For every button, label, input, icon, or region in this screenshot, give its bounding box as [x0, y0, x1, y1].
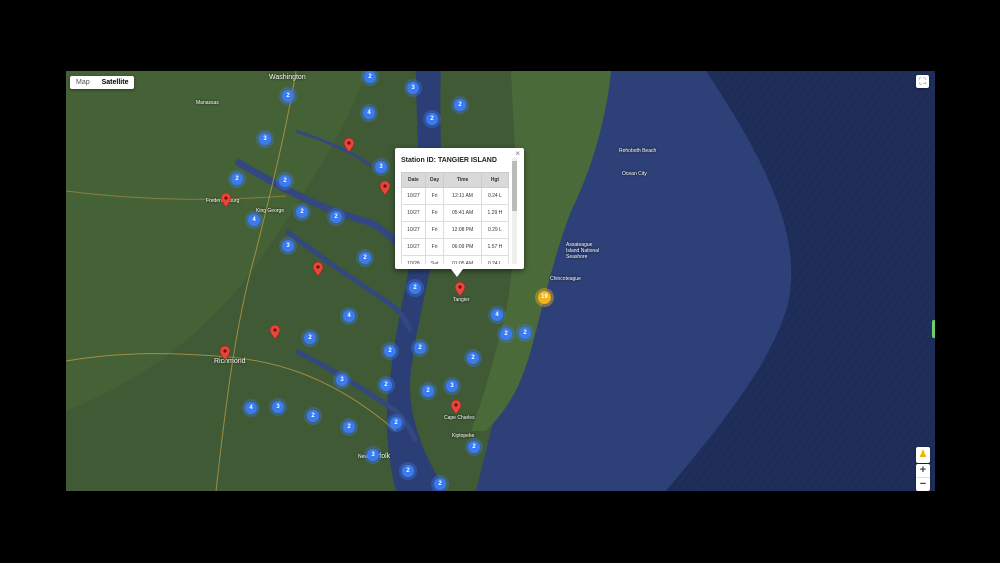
cluster-marker[interactable]: 3 — [282, 240, 294, 252]
cluster-marker[interactable]: 2 — [422, 385, 434, 397]
tide-table: Date Day Time Hgt 10/27 Fri 12:11 AM 0.24 L 10/… — [401, 172, 509, 264]
tide-table-scroll[interactable]: Date Day Time Hgt 10/27 Fri 12:11 AM 0.24 L 10/… — [401, 172, 509, 264]
tide-cell: 10/27 — [401, 238, 426, 256]
tide-column-header: Time — [443, 172, 482, 188]
cluster-marker[interactable]: 2 — [330, 211, 342, 223]
tide-cell: 0.24 L — [480, 187, 509, 205]
cluster-marker[interactable]: 3 — [272, 401, 284, 413]
map-type-satellite-button[interactable]: Satellite — [96, 76, 135, 89]
pegman-icon[interactable]: ♟ — [916, 447, 930, 463]
scrollbar-thumb[interactable] — [512, 161, 517, 211]
cluster-marker[interactable]: 2 — [519, 327, 531, 339]
cluster-marker[interactable]: 2 — [231, 173, 243, 185]
cluster-marker[interactable]: 4 — [248, 214, 260, 226]
cluster-marker[interactable]: 2 — [414, 342, 426, 354]
cluster-marker[interactable]: 2 — [364, 71, 376, 83]
tide-cell: Fri — [424, 187, 445, 205]
tide-row: 10/28 Sat 01:05 AM 0.24 L — [401, 255, 509, 264]
cluster-marker[interactable]: 3 — [336, 374, 348, 386]
cluster-marker[interactable]: 2 — [500, 328, 512, 340]
station-pin-icon[interactable] — [221, 193, 231, 207]
map-canvas[interactable]: Map Satellite ⛶ ♟ + − Washington Richmond… — [66, 71, 935, 491]
cluster-marker[interactable]: 2 — [402, 465, 414, 477]
cluster-marker[interactable]: 2 — [390, 417, 402, 429]
cluster-marker[interactable]: 2 — [426, 113, 438, 125]
cluster-marker[interactable]: 2 — [467, 352, 479, 364]
station-info-window: × Station ID: TANGIER ISLAND Date Day Time… — [395, 148, 524, 277]
tide-column-header: Day — [424, 172, 445, 188]
cluster-marker[interactable]: 2 — [304, 332, 316, 344]
station-pin-icon[interactable] — [313, 262, 323, 276]
map-type-control: Map Satellite — [70, 76, 135, 89]
tide-cell: 0.24 L — [480, 255, 509, 264]
cluster-marker[interactable]: 2 — [454, 99, 466, 111]
tide-cell: 05:41 AM — [443, 204, 482, 222]
tide-row: 10/27 Fri 12:08 PM 0.29 L — [401, 221, 509, 239]
tide-cell: 10/27 — [401, 204, 426, 222]
cluster-marker[interactable]: 3 — [375, 161, 387, 173]
tide-cell: 10/27 — [401, 187, 426, 205]
cluster-marker[interactable]: 2 — [380, 379, 392, 391]
tide-cell: Fri — [424, 221, 445, 239]
cluster-marker[interactable]: 2 — [359, 252, 371, 264]
zoom-in-button[interactable]: + — [916, 464, 930, 477]
tide-cell: 12:11 AM — [443, 187, 482, 205]
cluster-marker[interactable]: 4 — [491, 309, 503, 321]
station-pin-icon[interactable] — [451, 400, 461, 414]
tide-cell: 1.29 H — [480, 204, 509, 222]
tide-column-header: Hgt — [480, 172, 509, 188]
cluster-marker[interactable]: 19 — [538, 291, 551, 304]
tide-cell: Fri — [424, 238, 445, 256]
tide-column-header: Date — [401, 172, 426, 188]
cluster-marker[interactable]: 2 — [384, 345, 396, 357]
tide-row: 10/27 Fri 06:09 PM 1.57 H — [401, 238, 509, 256]
tide-cell: 1.57 H — [480, 238, 509, 256]
station-pin-icon[interactable] — [344, 138, 354, 152]
cluster-marker[interactable]: 2 — [468, 441, 480, 453]
info-window-title: Station ID: TANGIER ISLAND — [401, 157, 497, 164]
tide-cell: 10/27 — [401, 221, 426, 239]
cluster-marker[interactable]: 4 — [363, 107, 375, 119]
tide-cell: Sat — [424, 255, 445, 264]
zoom-control: + − — [916, 464, 930, 491]
cluster-marker[interactable]: 3 — [446, 380, 458, 392]
cluster-marker[interactable]: 3 — [407, 82, 419, 94]
tide-cell: 10/28 — [401, 255, 426, 264]
tide-row: 10/27 Fri 05:41 AM 1.29 H — [401, 204, 509, 222]
tide-cell: Fri — [424, 204, 445, 222]
map-type-map-button[interactable]: Map — [70, 76, 96, 89]
cluster-marker[interactable]: 2 — [434, 478, 446, 490]
zoom-out-button[interactable]: − — [916, 477, 930, 491]
tide-cell: 01:05 AM — [443, 255, 482, 264]
tide-cell: 06:09 PM — [443, 238, 482, 256]
station-pin-icon[interactable] — [455, 282, 465, 296]
satellite-imagery — [66, 71, 935, 491]
info-window-close-icon[interactable]: × — [515, 149, 520, 158]
tide-row: 10/27 Fri 12:11 AM 0.24 L — [401, 187, 509, 205]
cluster-marker[interactable]: 4 — [343, 310, 355, 322]
cluster-marker[interactable]: 2 — [307, 410, 319, 422]
cluster-marker[interactable]: 2 — [282, 90, 294, 102]
cluster-marker[interactable]: 2 — [279, 175, 291, 187]
station-pin-icon[interactable] — [220, 346, 230, 360]
tide-cell: 0.29 L — [480, 221, 509, 239]
info-window-scrollbar[interactable] — [512, 158, 517, 264]
cluster-marker[interactable]: 4 — [245, 402, 257, 414]
cluster-marker[interactable]: 2 — [343, 421, 355, 433]
station-pin-icon[interactable] — [270, 325, 280, 339]
tide-cell: 12:08 PM — [443, 221, 482, 239]
fullscreen-icon[interactable]: ⛶ — [916, 75, 929, 88]
cluster-marker[interactable]: 3 — [259, 133, 271, 145]
cluster-marker[interactable]: 2 — [409, 282, 421, 294]
side-panel-tab[interactable] — [932, 320, 935, 338]
cluster-marker[interactable]: 3 — [367, 449, 379, 461]
cluster-marker[interactable]: 2 — [296, 206, 308, 218]
station-pin-icon[interactable] — [380, 181, 390, 195]
